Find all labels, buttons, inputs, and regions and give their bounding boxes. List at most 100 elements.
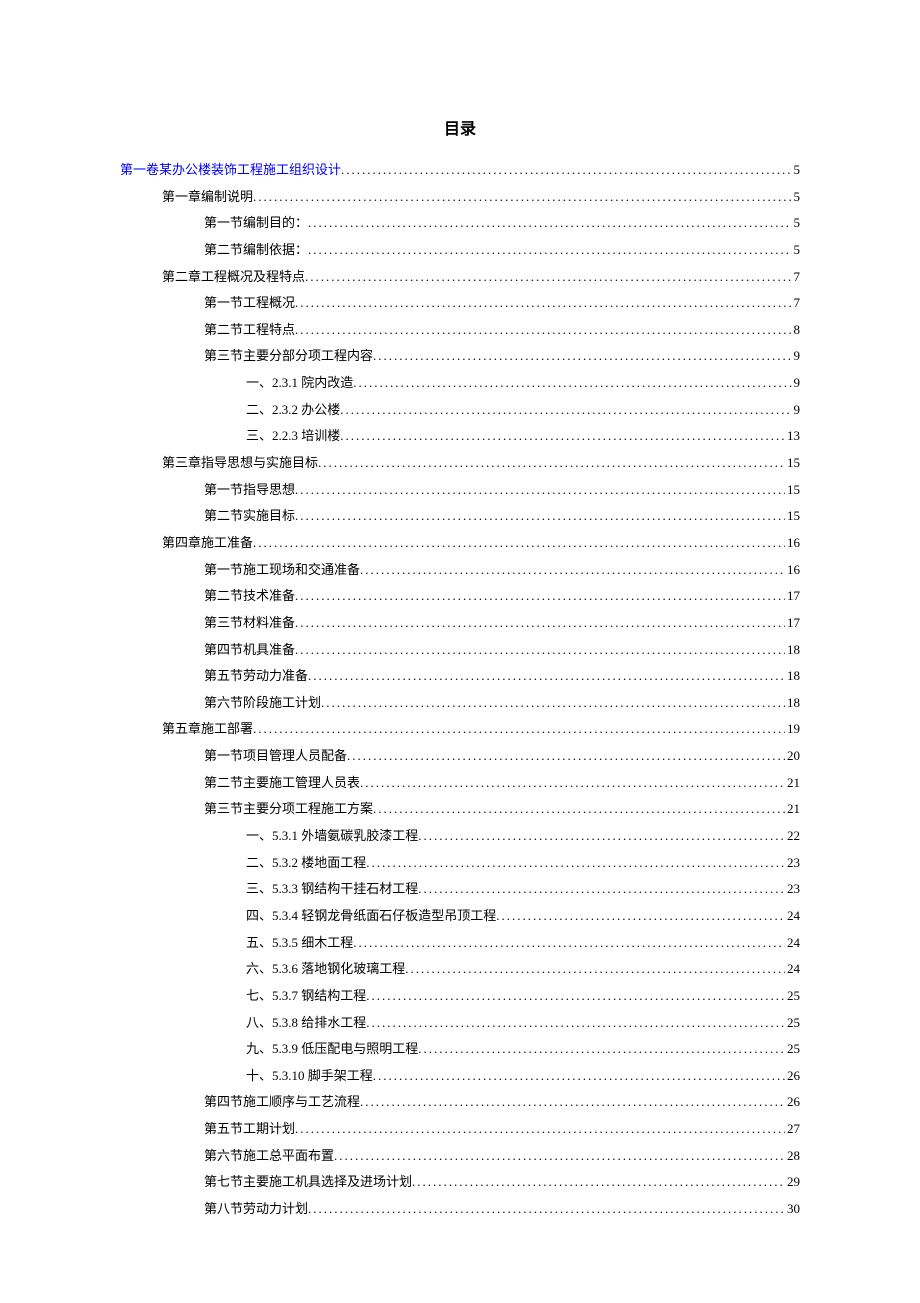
toc-entry[interactable]: 第一节工程概况 7 (120, 290, 800, 317)
toc-entry[interactable]: 第二章工程概况及程特点7 (120, 264, 800, 291)
toc-entry[interactable]: 三、2.2.3 培训楼13 (120, 423, 800, 450)
toc-entry-text: 三、5.3.3 钢结构干挂石材工程 (246, 876, 418, 903)
toc-leader-dots (295, 290, 791, 317)
toc-entry[interactable]: 三、5.3.3 钢结构干挂石材工程 23 (120, 876, 800, 903)
toc-leader-dots (366, 850, 785, 877)
toc-leader-dots (360, 557, 785, 584)
page-title: 目录 (120, 115, 800, 139)
toc-leader-dots (373, 343, 791, 370)
toc-entry-page: 24 (785, 956, 800, 983)
toc-entry-text: 一、2.3.1 院内改造 (246, 370, 353, 397)
toc-entry-text: 第二节实施目标 (204, 503, 295, 530)
toc-entry[interactable]: 五、5.3.5 细木工程24 (120, 930, 800, 957)
toc-entry[interactable]: 一、5.3.1 外墙氨碳乳胶漆工程22 (120, 823, 800, 850)
toc-leader-dots (353, 930, 785, 957)
toc-entry-text: 第二节工程特点 (204, 317, 295, 344)
toc-entry[interactable]: 第一节项目管理人员配备20 (120, 743, 800, 770)
toc-entry-text: 第一节指导思想 (204, 477, 295, 504)
toc-entry[interactable]: 第二节编制依据： 5 (120, 237, 800, 264)
toc-entry[interactable]: 第四节施工顺序与工艺流程26 (120, 1089, 800, 1116)
toc-entry-text: 二、5.3.2 楼地面工程 (246, 850, 366, 877)
toc-entry[interactable]: 第一章编制说明 5 (120, 184, 800, 211)
toc-entry-page: 18 (785, 663, 800, 690)
toc-entry-page: 9 (792, 343, 801, 370)
toc-leader-dots (340, 423, 785, 450)
toc-entry-text: 第一章编制说明 (162, 184, 253, 211)
toc-entry-page: 26 (785, 1063, 800, 1090)
toc-entry[interactable]: 第八节劳动力计划30 (120, 1196, 800, 1223)
toc-container: 第一卷某办公楼装饰工程施工组织设计5第一章编制说明5第一节编制目的：5第二节编制… (120, 157, 800, 1223)
toc-entry-text: 第四章施工准备 (162, 530, 253, 557)
toc-leader-dots (405, 956, 785, 983)
toc-entry-page: 9 (792, 370, 801, 397)
toc-entry-page: 25 (785, 983, 800, 1010)
toc-entry[interactable]: 二、2.3.2 办公楼9 (120, 397, 800, 424)
toc-entry-page: 25 (785, 1036, 800, 1063)
toc-entry-page: 17 (785, 583, 800, 610)
toc-leader-dots (334, 1143, 785, 1170)
toc-leader-dots (412, 1169, 785, 1196)
toc-leader-dots (360, 770, 785, 797)
toc-leader-dots (295, 610, 785, 637)
toc-entry[interactable]: 第一节施工现场和交通准备16 (120, 557, 800, 584)
toc-entry[interactable]: 第六节阶段施工计划18 (120, 690, 800, 717)
toc-leader-dots (347, 743, 785, 770)
toc-leader-dots (373, 796, 785, 823)
toc-entry[interactable]: 第二节技术准备 17 (120, 583, 800, 610)
toc-entry[interactable]: 第三节主要分项工程施工方案21 (120, 796, 800, 823)
toc-leader-dots (253, 184, 791, 211)
toc-entry-text: 第三节材料准备 (204, 610, 295, 637)
toc-entry[interactable]: 一、2.3.1 院内改造 9 (120, 370, 800, 397)
toc-entry[interactable]: 八、5.3.8 给排水工程25 (120, 1010, 800, 1037)
toc-entry-page: 7 (792, 290, 801, 317)
toc-entry-text: 第五章施工部署 (162, 716, 253, 743)
toc-entry-page: 20 (785, 743, 800, 770)
toc-entry[interactable]: 第四章施工准备 16 (120, 530, 800, 557)
toc-entry-page: 5 (792, 184, 801, 211)
toc-entry[interactable]: 九、5.3.9 低压配电与照明工程25 (120, 1036, 800, 1063)
toc-entry-page: 17 (785, 610, 800, 637)
toc-leader-dots (340, 397, 791, 424)
toc-entry-text: 第八节劳动力计划 (204, 1196, 308, 1223)
toc-entry[interactable]: 第五节劳动力准备18 (120, 663, 800, 690)
toc-entry[interactable]: 七、5.3.7 钢结构工程25 (120, 983, 800, 1010)
toc-leader-dots (295, 317, 791, 344)
toc-entry[interactable]: 六、5.3.6 落地钢化玻璃工程24 (120, 956, 800, 983)
toc-entry[interactable]: 第一节编制目的：5 (120, 210, 800, 237)
toc-entry-text: 第一节工程概况 (204, 290, 295, 317)
toc-entry[interactable]: 十、5.3.10 脚手架工程26 (120, 1063, 800, 1090)
toc-entry[interactable]: 第五章施工部署19 (120, 716, 800, 743)
toc-leader-dots (321, 690, 785, 717)
toc-entry[interactable]: 第三节主要分部分项工程内容9 (120, 343, 800, 370)
toc-entry[interactable]: 第三节材料准备 17 (120, 610, 800, 637)
toc-entry-page: 16 (785, 530, 800, 557)
toc-entry[interactable]: 第二节主要施工管理人员表21 (120, 770, 800, 797)
toc-entry[interactable]: 二、5.3.2 楼地面工程 23 (120, 850, 800, 877)
toc-entry[interactable]: 第五节工期计划27 (120, 1116, 800, 1143)
toc-entry-text: 第一节施工现场和交通准备 (204, 557, 360, 584)
toc-entry-text: 第七节主要施工机具选择及进场计划 (204, 1169, 412, 1196)
toc-entry[interactable]: 第六节施工总平面布置28 (120, 1143, 800, 1170)
toc-entry-page: 21 (785, 796, 800, 823)
toc-entry[interactable]: 第三章指导思想与实施目标15 (120, 450, 800, 477)
toc-entry-text: 第六节阶段施工计划 (204, 690, 321, 717)
toc-entry[interactable]: 四、5.3.4 轻钢龙骨纸面石仔板造型吊顶工程24 (120, 903, 800, 930)
toc-entry[interactable]: 第二节实施目标15 (120, 503, 800, 530)
toc-entry-text: 第二节技术准备 (204, 583, 295, 610)
toc-entry-text: 第二节编制依据： (204, 237, 308, 264)
toc-entry[interactable]: 第四节机具准备18 (120, 637, 800, 664)
toc-entry-page: 21 (785, 770, 800, 797)
toc-leader-dots (496, 903, 785, 930)
toc-entry-page: 23 (785, 876, 800, 903)
toc-leader-dots (418, 823, 785, 850)
toc-entry-page: 24 (785, 903, 800, 930)
toc-entry-page: 15 (785, 477, 800, 504)
toc-entry-text: 第四节机具准备 (204, 637, 295, 664)
toc-entry-page: 5 (792, 237, 801, 264)
toc-entry[interactable]: 第二节工程特点8 (120, 317, 800, 344)
toc-entry-page: 23 (785, 850, 800, 877)
toc-entry-page: 5 (792, 157, 801, 184)
toc-entry[interactable]: 第七节主要施工机具选择及进场计划29 (120, 1169, 800, 1196)
toc-entry[interactable]: 第一节指导思想 15 (120, 477, 800, 504)
toc-entry[interactable]: 第一卷某办公楼装饰工程施工组织设计5 (120, 157, 800, 184)
